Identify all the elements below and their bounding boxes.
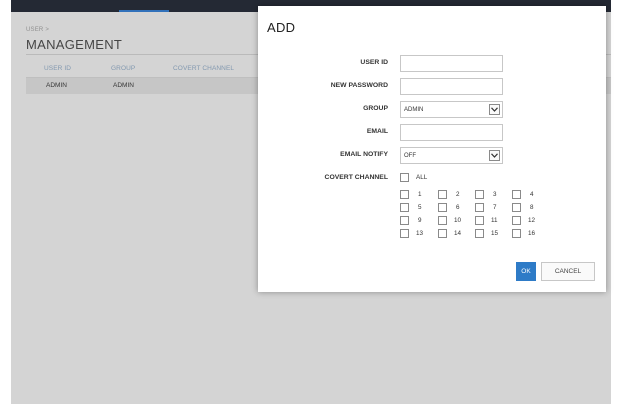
new-password-input[interactable] xyxy=(400,78,503,95)
group-select[interactable]: ADMIN xyxy=(400,101,503,118)
chevron-down-icon[interactable] xyxy=(489,150,500,161)
email-label: EMAIL xyxy=(366,128,388,135)
channel-checkbox[interactable] xyxy=(512,216,521,225)
channel-checkbox[interactable] xyxy=(512,190,521,199)
add-user-dialog: ADD USER ID NEW PASSWORD GROUP ADMIN EMA… xyxy=(258,6,606,292)
channel-label: 15 xyxy=(491,230,499,237)
channel-label: 13 xyxy=(416,230,424,237)
channel-checkbox[interactable] xyxy=(438,203,447,212)
channel-checkbox[interactable] xyxy=(475,229,484,238)
group-label: GROUP xyxy=(363,105,388,112)
channel-label: 7 xyxy=(493,204,497,211)
dialog-title: ADD xyxy=(267,20,296,35)
channel-label: 9 xyxy=(418,217,422,224)
email-notify-select[interactable]: OFF xyxy=(400,147,503,164)
channel-checkbox[interactable] xyxy=(400,229,409,238)
channel-checkbox[interactable] xyxy=(400,216,409,225)
user-id-label: USER ID xyxy=(360,59,388,66)
channel-label: 14 xyxy=(454,230,462,237)
channel-label: 16 xyxy=(528,230,536,237)
channel-checkbox[interactable] xyxy=(400,190,409,199)
channel-label: 6 xyxy=(456,204,460,211)
channel-checkbox[interactable] xyxy=(438,229,447,238)
channel-label: 3 xyxy=(493,191,497,198)
covert-channel-all-checkbox[interactable] xyxy=(400,173,409,182)
channel-label: 11 xyxy=(491,217,498,224)
channel-label: 4 xyxy=(530,191,534,198)
channel-label: 2 xyxy=(456,191,460,198)
ok-button[interactable]: OK xyxy=(516,262,536,281)
group-select-value: ADMIN xyxy=(404,107,424,113)
email-input[interactable] xyxy=(400,124,503,141)
channel-checkbox[interactable] xyxy=(400,203,409,212)
channel-checkbox[interactable] xyxy=(475,216,484,225)
covert-channel-label: COVERT CHANNEL xyxy=(324,174,388,181)
channel-checkbox[interactable] xyxy=(512,229,521,238)
channel-checkbox[interactable] xyxy=(438,190,447,199)
new-password-label: NEW PASSWORD xyxy=(330,82,388,89)
channel-label: 12 xyxy=(528,217,536,224)
channel-label: 1 xyxy=(418,191,422,198)
chevron-down-icon[interactable] xyxy=(489,104,500,115)
email-notify-label: EMAIL NOTIFY xyxy=(340,151,388,158)
user-id-input[interactable] xyxy=(400,55,503,72)
channel-label: 10 xyxy=(454,217,462,224)
channel-label: 5 xyxy=(418,204,422,211)
covert-channel-all-label: ALL xyxy=(416,174,428,181)
email-notify-select-value: OFF xyxy=(404,153,416,159)
channel-checkbox[interactable] xyxy=(438,216,447,225)
cancel-button[interactable]: CANCEL xyxy=(541,262,595,281)
channel-checkbox[interactable] xyxy=(512,203,521,212)
channel-label: 8 xyxy=(530,204,534,211)
channel-checkbox[interactable] xyxy=(475,190,484,199)
channel-checkbox[interactable] xyxy=(475,203,484,212)
